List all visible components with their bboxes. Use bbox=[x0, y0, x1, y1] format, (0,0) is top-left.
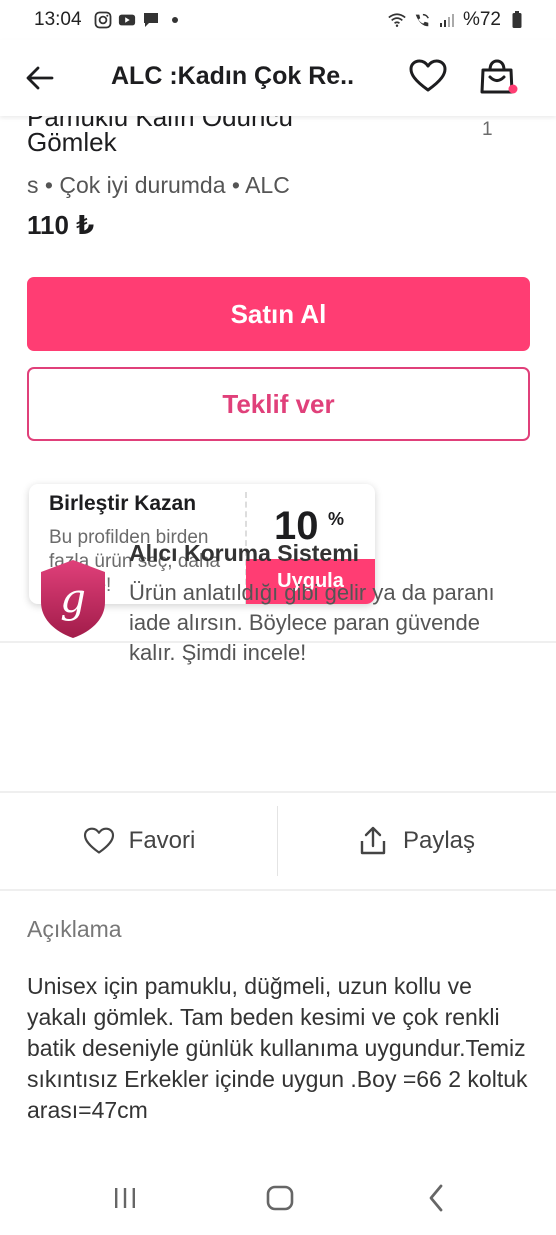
share-label: Paylaş bbox=[402, 827, 476, 854]
system-nav-bar bbox=[0, 1158, 556, 1235]
dot-icon bbox=[166, 11, 184, 29]
cart-button[interactable] bbox=[476, 56, 520, 100]
product-meta: s • Çok iyi durumda • ALC bbox=[27, 172, 290, 198]
buyer-protection-logo[interactable]: g bbox=[38, 558, 108, 640]
instagram-icon bbox=[94, 11, 112, 29]
discount-unit: % bbox=[328, 509, 345, 529]
chevron-left-icon bbox=[429, 1184, 443, 1212]
status-bar: 13:04 %72 bbox=[0, 0, 556, 40]
combine-title: Birleştir Kazan bbox=[49, 492, 197, 515]
recent-apps-button[interactable] bbox=[105, 1178, 145, 1218]
image-counter: 1 bbox=[482, 119, 493, 140]
shield-letter: g bbox=[60, 576, 86, 622]
recent-apps-icon bbox=[115, 1188, 135, 1208]
favorite-header-button[interactable] bbox=[406, 54, 450, 98]
heart-icon bbox=[409, 59, 447, 92]
favorite-label: Favori bbox=[128, 827, 196, 854]
shopping-bag-icon bbox=[480, 59, 518, 94]
share-icon bbox=[360, 826, 386, 855]
app-header: ALC :Kadın Çok Re.. bbox=[0, 40, 556, 116]
wifi-call-icon bbox=[413, 11, 431, 29]
status-time: 13:04 bbox=[34, 9, 82, 30]
heart-outline-icon bbox=[83, 827, 114, 854]
make-offer-button[interactable]: Teklif ver bbox=[27, 367, 530, 441]
battery-icon bbox=[508, 11, 526, 29]
home-button[interactable] bbox=[260, 1178, 300, 1218]
buy-button[interactable]: Satın Al bbox=[27, 277, 530, 351]
share-button[interactable]: Paylaş bbox=[278, 792, 556, 890]
system-back-button[interactable] bbox=[416, 1178, 456, 1218]
buyer-protection-description[interactable]: Ürün anlatıldığı gibi gelir ya da paranı… bbox=[129, 578, 529, 668]
youtube-icon bbox=[118, 11, 136, 29]
section-divider bbox=[0, 889, 556, 891]
battery-level: %72 bbox=[462, 9, 501, 30]
description-heading: Açıklama bbox=[27, 916, 122, 942]
back-arrow-icon bbox=[26, 66, 54, 90]
favorite-button[interactable]: Favori bbox=[0, 792, 278, 890]
product-price: 110 ₺ bbox=[27, 210, 95, 240]
message-icon bbox=[142, 11, 160, 29]
shield-icon: g bbox=[41, 560, 105, 638]
description-text: Unisex için pamuklu, düğmeli, uzun kollu… bbox=[27, 973, 528, 1123]
page-title: ALC :Kadın Çok Re.. bbox=[111, 62, 355, 90]
signal-icon bbox=[438, 11, 456, 29]
buyer-protection-title: Alıcı Koruma Sistemi bbox=[129, 540, 360, 566]
back-button[interactable] bbox=[22, 60, 58, 96]
product-title: Gömlek bbox=[27, 127, 117, 157]
action-row: Favori Paylaş bbox=[0, 792, 556, 890]
home-icon bbox=[266, 1185, 294, 1211]
wifi-icon bbox=[388, 11, 406, 29]
